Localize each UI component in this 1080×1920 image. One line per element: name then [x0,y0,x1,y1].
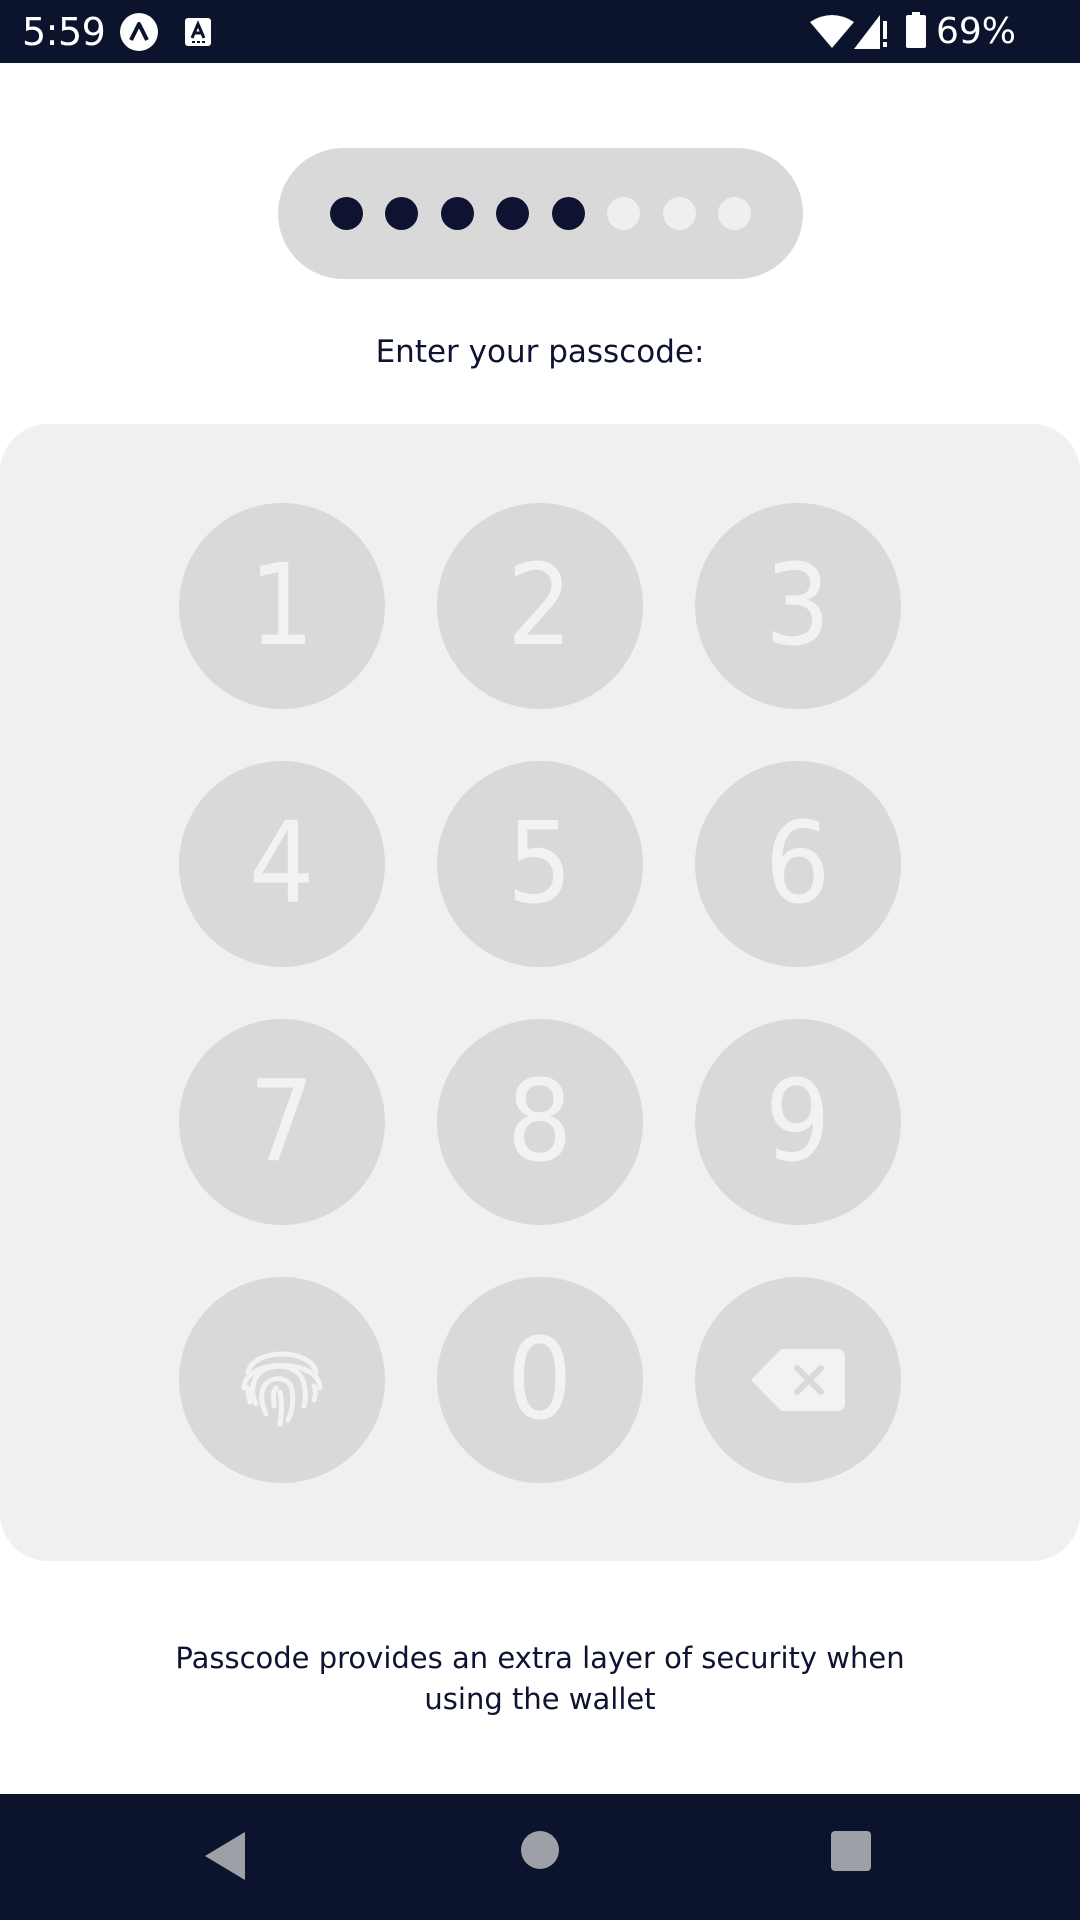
fingerprint-button[interactable] [179,1277,385,1483]
key-5[interactable]: 5 [437,761,643,967]
passcode-dot-empty [607,197,640,230]
cell-signal-icon [854,15,887,49]
key-label: 3 [765,541,831,671]
key-0[interactable]: 0 [437,1277,643,1483]
key-label: 9 [765,1057,831,1187]
passcode-prompt: Enter your passcode: [375,334,705,370]
passcode-dot-filled [496,197,529,230]
passcode-dot-filled [385,197,418,230]
text-input-icon [185,18,211,46]
key-label: 1 [249,541,315,671]
home-icon[interactable] [521,1831,559,1869]
wifi-icon [810,15,854,48]
navigation-bar [0,1794,1080,1920]
back-icon[interactable] [205,1832,245,1880]
passcode-dot-filled [330,197,363,230]
key-label: 6 [765,799,831,929]
key-label: 5 [507,799,573,929]
fingerprint-icon [241,1351,323,1427]
key-label: 0 [507,1315,573,1445]
passcode-indicator [278,148,803,279]
key-label: 2 [507,541,573,671]
status-time: 5:59 [22,10,106,54]
key-4[interactable]: 4 [179,761,385,967]
passcode-dot-filled [552,197,585,230]
passcode-dot-empty [663,197,696,230]
security-footnote: Passcode provides an extra layer of secu… [175,1641,905,1716]
key-7[interactable]: 7 [179,1019,385,1225]
key-label: 7 [249,1057,315,1187]
key-label: 8 [507,1057,573,1187]
passcode-dot-empty [718,197,751,230]
app-launcher-icon [120,13,158,51]
key-9[interactable]: 9 [695,1019,901,1225]
key-label: 4 [249,799,315,929]
battery-percentage: 69% [936,11,1017,52]
key-6[interactable]: 6 [695,761,901,967]
recents-icon[interactable] [831,1831,871,1871]
key-8[interactable]: 8 [437,1019,643,1225]
key-1[interactable]: 1 [179,503,385,709]
status-bar: 5:59 69% [0,0,1080,63]
backspace-icon [751,1349,845,1411]
key-3[interactable]: 3 [695,503,901,709]
passcode-dot-filled [441,197,474,230]
battery-icon [906,12,926,48]
backspace-button[interactable] [695,1277,901,1483]
key-2[interactable]: 2 [437,503,643,709]
keypad-panel: 1 2 3 4 5 6 7 8 9 0 [0,424,1080,1561]
